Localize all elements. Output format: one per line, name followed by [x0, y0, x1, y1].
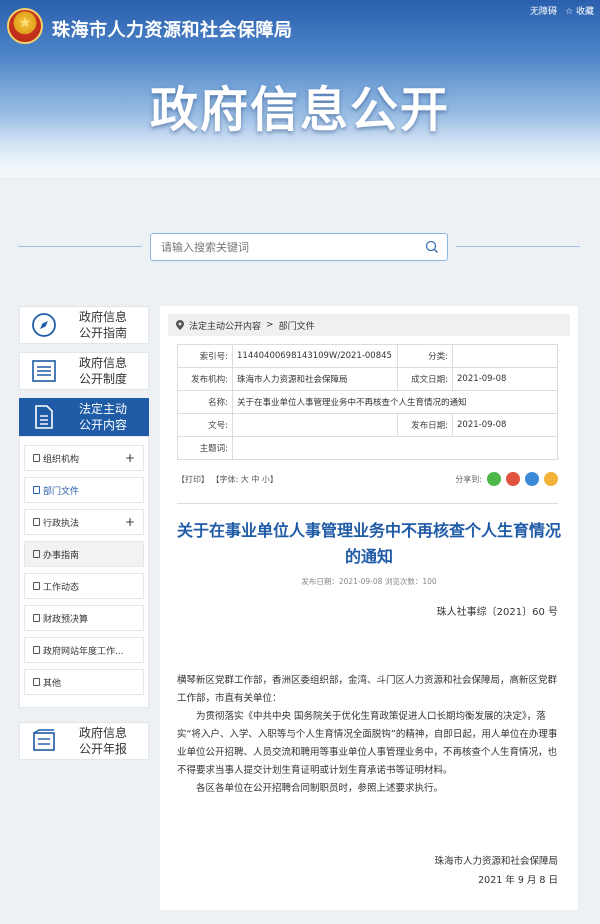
- list-icon: [32, 360, 56, 382]
- national-emblem-icon: ★: [7, 8, 43, 44]
- meta-category-value: [452, 344, 558, 368]
- doc-icon: [33, 454, 40, 462]
- submenu-item-other[interactable]: 其他: [24, 669, 144, 695]
- sidebar-item-label: 政府信息 公开制度: [78, 356, 127, 386]
- document-tools: 【打印】 【字体: 大 中 小】 分享到:: [177, 472, 558, 490]
- document-paragraph: 各区各单位在公开招聘合同制职员时，参照上述要求执行。: [196, 783, 444, 794]
- document-icon: [35, 405, 53, 429]
- print-button[interactable]: 【打印】: [177, 475, 209, 484]
- submenu-label: 政府网站年度工作...: [43, 646, 124, 657]
- sidebar: 政府信息 公开指南 政府信息 公开制度 法定主动 公开内容 组织机构 + 部门文件: [19, 306, 149, 768]
- favorite-link[interactable]: ☆ 收藏: [565, 4, 594, 17]
- doc-icon: [33, 582, 40, 590]
- meta-published-key: 发布日期:: [397, 413, 453, 437]
- submenu-label: 部门文件: [43, 486, 80, 497]
- submenu-item-department-files[interactable]: 部门文件: [24, 477, 144, 503]
- publish-info: 发布日期：2021-09-08 浏览次数：100: [301, 577, 437, 586]
- doc-icon: [33, 550, 40, 558]
- meta-index-key: 索引号:: [177, 344, 233, 368]
- sidebar-item-active-disclosure[interactable]: 法定主动 公开内容: [19, 398, 149, 436]
- breadcrumb-item-disclosure[interactable]: 法定主动公开内容: [189, 319, 261, 332]
- breadcrumb: 法定主动公开内容 > 部门文件: [168, 314, 570, 336]
- sidebar-item-label: 政府信息 公开年报: [78, 726, 127, 756]
- breadcrumb-separator: >: [266, 320, 274, 330]
- submenu-item-budget[interactable]: 财政预决算: [24, 605, 144, 631]
- meta-issuer-key: 发布机构:: [177, 367, 233, 391]
- submenu-item-work-news[interactable]: 工作动态: [24, 573, 144, 599]
- expand-plus-icon[interactable]: +: [125, 515, 135, 529]
- meta-name-value: 关于在事业单位人事管理业务中不再核查个人生育情况的通知: [232, 390, 558, 414]
- document-metadata-table: 索引号: 11440400698143109W/2021-00845 分类: 发…: [177, 344, 558, 460]
- font-size-label: 【字体:: [211, 475, 239, 484]
- submenu-item-service-guide[interactable]: 办事指南: [24, 541, 144, 567]
- submenu-label: 财政预决算: [43, 614, 89, 625]
- meta-subject-key: 主题词:: [177, 436, 233, 460]
- share-bar: 分享到:: [455, 472, 558, 486]
- site-title[interactable]: 珠海市人力资源和社会保障局: [52, 16, 293, 42]
- meta-published-value: 2021-09-08: [452, 413, 558, 437]
- submenu-label: 办事指南: [43, 550, 80, 561]
- sidebar-item-regulations[interactable]: 政府信息 公开制度: [19, 352, 149, 390]
- meta-docno-key: 文号:: [177, 413, 233, 437]
- document-signature: 珠海市人力资源和社会保障局: [434, 856, 558, 867]
- qq-share-icon[interactable]: [525, 472, 539, 486]
- location-pin-icon: [176, 320, 184, 330]
- share-label: 分享到:: [455, 474, 482, 484]
- meta-created-key: 成文日期:: [397, 367, 453, 391]
- search-divider-left: [18, 246, 142, 247]
- search-row: [18, 233, 580, 261]
- doc-icon: [33, 518, 40, 526]
- doc-icon: [33, 614, 40, 622]
- header-banner: ★ 珠海市人力资源和社会保障局 无障碍 ☆ 收藏 政府信息公开: [0, 0, 600, 188]
- sidebar-item-label: 法定主动 公开内容: [78, 402, 127, 432]
- document-salutation: 横琴新区党群工作部，香洲区委组织部，金湾、斗门区人力资源和社会保障局，高新区党群…: [177, 675, 558, 704]
- doc-icon: [33, 646, 40, 654]
- submenu-item-organization[interactable]: 组织机构 +: [24, 445, 144, 471]
- meta-created-value: 2021-09-08: [452, 367, 558, 391]
- meta-category-key: 分类:: [397, 344, 453, 368]
- search-box[interactable]: [150, 233, 448, 261]
- wechat-share-icon[interactable]: [487, 472, 501, 486]
- meta-index-value: 11440400698143109W/2021-00845: [232, 344, 398, 368]
- document-sign-date: 2021 年 9 月 8 日: [478, 875, 558, 886]
- weibo-share-icon[interactable]: [506, 472, 520, 486]
- document-body: 横琴新区党群工作部，香洲区委组织部，金湾、斗门区人力资源和社会保障局，高新区党群…: [177, 672, 560, 798]
- document-title: 关于在事业单位人事管理业务中不再核查个人生育情况的通知: [176, 521, 561, 566]
- sidebar-item-guide[interactable]: 政府信息 公开指南: [19, 306, 149, 344]
- accessibility-link[interactable]: 无障碍: [530, 4, 557, 17]
- main-content: 法定主动公开内容 > 部门文件 索引号: 11440400698143109W/…: [160, 306, 578, 910]
- search-icon[interactable]: [425, 240, 439, 254]
- submenu-item-law-enforcement[interactable]: 行政执法 +: [24, 509, 144, 535]
- doc-icon: [33, 486, 40, 494]
- search-divider-right: [456, 246, 580, 247]
- submenu-item-annual-work[interactable]: 政府网站年度工作...: [24, 637, 144, 663]
- top-links: 无障碍 ☆ 收藏: [530, 4, 594, 17]
- sidebar-item-label: 政府信息 公开指南: [78, 310, 127, 340]
- doc-icon: [33, 678, 40, 686]
- sidebar-submenu: 组织机构 + 部门文件 行政执法 + 办事指南 工作动态 财政预决算 政府网站年度工…: [19, 436, 149, 708]
- report-icon: [33, 729, 55, 751]
- document-paragraph: 为贯彻落实《中共中央 国务院关于优化生育政策促进人口长期均衡发展的决定》，落实“…: [177, 711, 558, 776]
- font-large-button[interactable]: 大: [241, 475, 249, 484]
- banner-title: 政府信息公开: [149, 82, 450, 138]
- qzone-share-icon[interactable]: [544, 472, 558, 486]
- submenu-label: 工作动态: [43, 582, 80, 593]
- search-input[interactable]: [151, 234, 401, 260]
- submenu-label: 组织机构: [43, 454, 80, 465]
- compass-icon: [32, 313, 56, 337]
- expand-plus-icon[interactable]: +: [125, 451, 135, 465]
- sidebar-item-annual-report[interactable]: 政府信息 公开年报: [19, 722, 149, 760]
- submenu-label: 其他: [43, 678, 62, 689]
- submenu-label: 行政执法: [43, 518, 80, 529]
- meta-docno-value: [232, 413, 398, 437]
- meta-issuer-value: 珠海市人力资源和社会保障局: [232, 367, 398, 391]
- content-divider: [177, 503, 558, 504]
- meta-subject-value: [232, 436, 558, 460]
- font-small-button[interactable]: 小】: [262, 475, 278, 484]
- font-medium-button[interactable]: 中: [251, 475, 259, 484]
- breadcrumb-item-department-files[interactable]: 部门文件: [279, 319, 315, 332]
- document-number: 珠人社事综〔2021〕60 号: [436, 607, 558, 618]
- meta-name-key: 名称:: [177, 390, 233, 414]
